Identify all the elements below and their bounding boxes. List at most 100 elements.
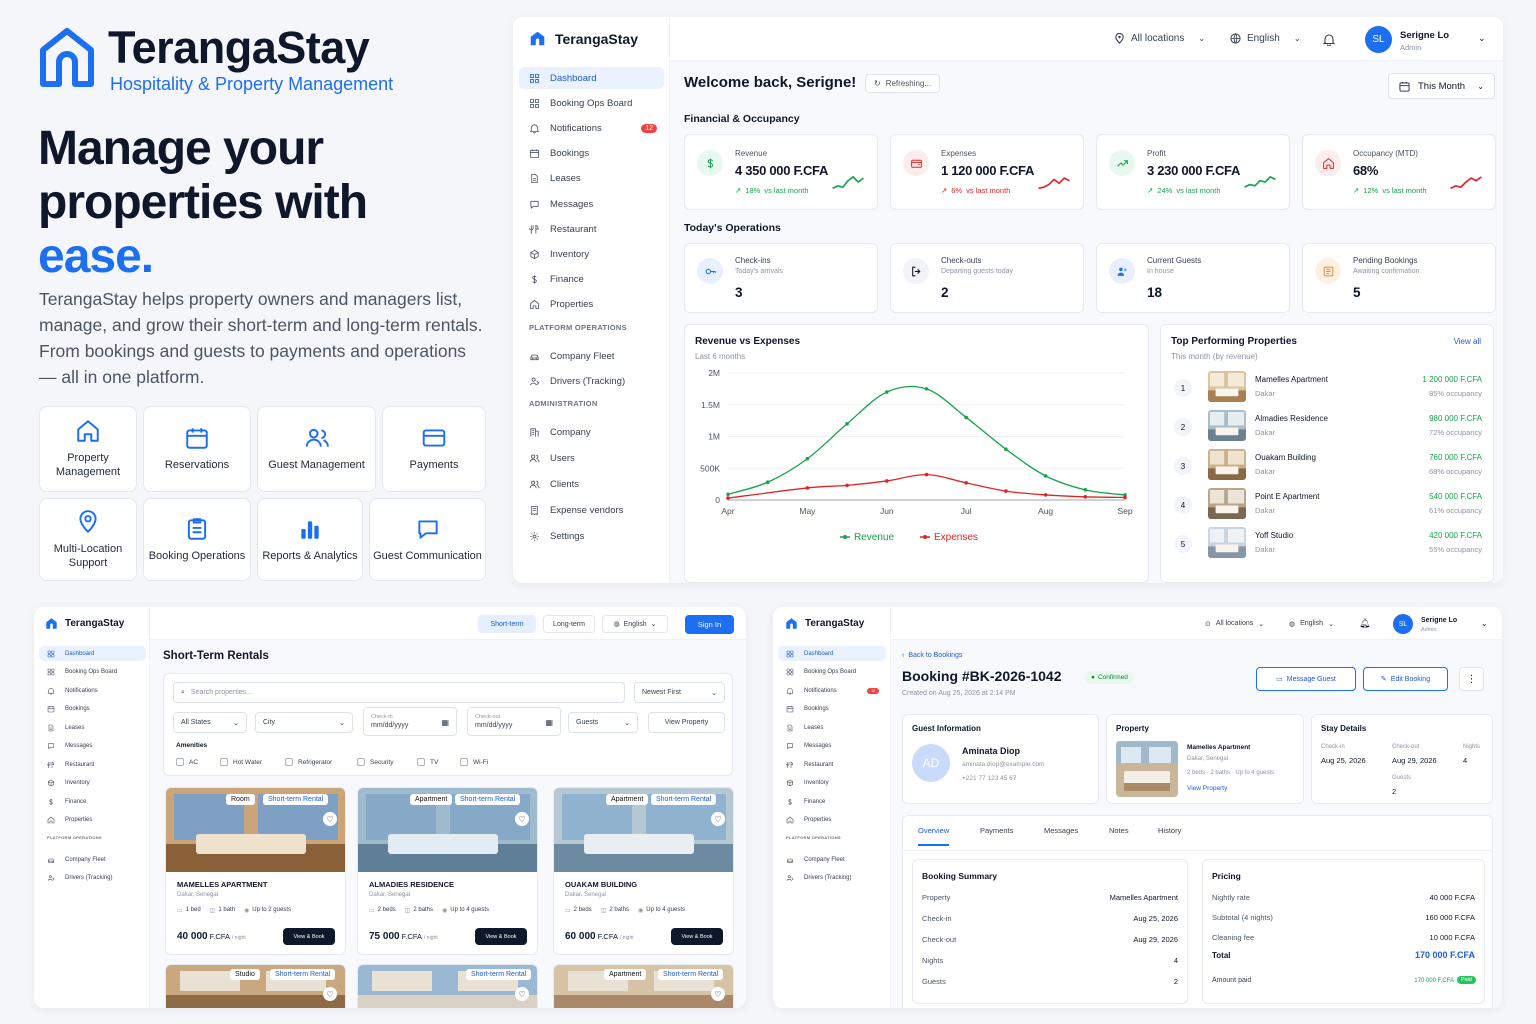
period-selector[interactable]: This Month ⌄ bbox=[1388, 73, 1495, 99]
sidebar-item-inventory[interactable]: Inventory bbox=[519, 243, 664, 265]
guests-select[interactable]: Guests ⌄ bbox=[568, 712, 638, 733]
message-guest-button[interactable]: ▭ Message Guest bbox=[1256, 667, 1356, 691]
sidebar-item-booking-ops-board[interactable]: Booking Ops Board bbox=[39, 665, 146, 680]
sidebar-item-booking-ops-board[interactable]: Booking Ops Board bbox=[519, 92, 664, 114]
bell-icon[interactable] bbox=[1323, 33, 1335, 46]
checkbox[interactable] bbox=[220, 758, 228, 766]
sidebar-item-leases[interactable]: Leases bbox=[519, 168, 664, 190]
sidebar-item-messages[interactable]: Messages bbox=[778, 739, 886, 754]
sidebar-item-inventory[interactable]: Inventory bbox=[39, 776, 146, 791]
sidebar-item-restaurant[interactable]: Restaurant bbox=[39, 757, 146, 772]
sidebar-item-messages[interactable]: Messages bbox=[39, 739, 146, 754]
nav-short-term[interactable]: Short-term bbox=[478, 615, 536, 633]
sidebar-item-company-fleet[interactable]: Company Fleet bbox=[39, 852, 146, 867]
checkbox[interactable] bbox=[357, 758, 365, 766]
sidebar-item-messages[interactable]: Messages bbox=[519, 193, 664, 215]
sidebar-item-notifications[interactable]: Notifications bbox=[39, 683, 146, 698]
edit-booking-button[interactable]: ✎ Edit Booking bbox=[1363, 667, 1448, 691]
language-selector[interactable]: ◍ English ⌄ bbox=[602, 615, 668, 633]
city-select[interactable]: City ⌄ bbox=[255, 712, 353, 733]
sidebar-item-notifications[interactable]: Notifications 12 bbox=[519, 117, 664, 139]
sidebar-item-dashboard[interactable]: Dashboard bbox=[778, 646, 886, 661]
sign-in-button[interactable]: Sign In bbox=[685, 615, 734, 634]
sidebar-item-finance[interactable]: Finance bbox=[778, 794, 886, 809]
sidebar-item-expense-vendors[interactable]: Expense vendors bbox=[519, 499, 664, 521]
language-selector[interactable]: ◍ English ⌄ bbox=[1289, 620, 1334, 628]
checkbox[interactable] bbox=[417, 758, 425, 766]
amenity-tv[interactable]: TV bbox=[417, 758, 438, 766]
sidebar-item-settings[interactable]: Settings bbox=[519, 525, 664, 547]
sidebar-item-inventory[interactable]: Inventory bbox=[778, 776, 886, 791]
top-property-row[interactable]: 5 Yoff Studio Dakar 420 000 F.CFA 55% occupa… bbox=[1161, 526, 1495, 562]
sidebar-item-company-fleet[interactable]: Company Fleet bbox=[778, 852, 886, 867]
location-selector[interactable]: ⊙ All locations ⌄ bbox=[1205, 620, 1264, 628]
sidebar-item-booking-ops-board[interactable]: Booking Ops Board bbox=[778, 665, 886, 680]
sidebar-item-drivers-tracking[interactable]: Drivers (Tracking) bbox=[778, 871, 886, 886]
sidebar-item-company[interactable]: Company bbox=[519, 421, 664, 443]
refresh-indicator[interactable]: ↻ Refreshing... bbox=[865, 74, 941, 93]
bell-icon[interactable]: 🔔︎ bbox=[1359, 618, 1370, 629]
view-property-button[interactable]: View Property bbox=[648, 712, 725, 733]
listing-card[interactable]: Apartment Short-term Rental ♡ bbox=[553, 964, 734, 1008]
view-property-link[interactable]: View Property bbox=[1187, 785, 1227, 792]
more-options-button[interactable]: ⋮ bbox=[1459, 667, 1484, 691]
listing-card[interactable]: Room Short-term Rental ♡ MAMELLES APARTMENT… bbox=[165, 787, 346, 955]
sidebar-item-restaurant[interactable]: Restaurant bbox=[778, 757, 886, 772]
avatar[interactable]: SL bbox=[1393, 614, 1413, 634]
sidebar-item-bookings[interactable]: Bookings bbox=[778, 702, 886, 717]
sidebar-item-leases[interactable]: Leases bbox=[778, 720, 886, 735]
sidebar-item-bookings[interactable]: Bookings bbox=[39, 702, 146, 717]
sidebar-item-users[interactable]: Users bbox=[519, 447, 664, 469]
tab-messages[interactable]: Messages bbox=[1044, 826, 1078, 844]
sidebar-item-drivers-tracking[interactable]: Drivers (Tracking) bbox=[519, 370, 664, 392]
chevron-down-icon[interactable]: ⌄ bbox=[1478, 33, 1486, 44]
amenity-wi-fi[interactable]: Wi-Fi bbox=[460, 758, 488, 766]
top-property-row[interactable]: 1 Mamelles Apartment Dakar 1 200 000 F.CFA 8… bbox=[1161, 370, 1495, 406]
amenity-refrigerator[interactable]: Refrigerator bbox=[285, 758, 332, 766]
top-property-row[interactable]: 2 Almadies Residence Dakar 980 000 F.CFA 72%… bbox=[1161, 409, 1495, 445]
view-book-button[interactable]: View & Book bbox=[475, 928, 527, 945]
sidebar-item-clients[interactable]: Clients bbox=[519, 473, 664, 495]
sidebar-item-company-fleet[interactable]: Company Fleet bbox=[519, 345, 664, 367]
sidebar-item-properties[interactable]: Properties bbox=[778, 813, 886, 828]
nav-long-term[interactable]: Long-term bbox=[543, 615, 595, 633]
listing-card[interactable]: Studio Short-term Rental ♡ bbox=[165, 964, 346, 1008]
sidebar-item-finance[interactable]: Finance bbox=[519, 269, 664, 291]
sidebar-item-leases[interactable]: Leases bbox=[39, 720, 146, 735]
listing-card[interactable]: Apartment Short-term Rental ♡ OUAKAM BUILDI… bbox=[553, 787, 734, 955]
avatar[interactable]: SL bbox=[1365, 26, 1392, 53]
top-property-row[interactable]: 3 Ouakam Building Dakar 760 000 F.CFA 68% oc… bbox=[1161, 448, 1495, 484]
location-selector[interactable]: All locations ⌄ bbox=[1114, 33, 1205, 44]
legend-revenue[interactable]: Revenue bbox=[840, 532, 894, 543]
listing-card[interactable]: Short-term Rental ♡ bbox=[357, 964, 538, 1008]
sidebar-item-drivers-tracking[interactable]: Drivers (Tracking) bbox=[39, 871, 146, 886]
heart-icon[interactable]: ♡ bbox=[323, 987, 337, 1001]
sidebar-item-finance[interactable]: Finance bbox=[39, 794, 146, 809]
amenity-security[interactable]: Security bbox=[357, 758, 393, 766]
tab-notes[interactable]: Notes bbox=[1109, 826, 1129, 844]
sidebar-item-dashboard[interactable]: Dashboard bbox=[39, 646, 146, 661]
state-select[interactable]: All States ⌄ bbox=[173, 712, 247, 733]
listing-card[interactable]: Apartment Short-term Rental ♡ ALMADIES RESI… bbox=[357, 787, 538, 955]
heart-icon[interactable]: ♡ bbox=[323, 812, 337, 826]
checkbox[interactable] bbox=[460, 758, 468, 766]
search-input[interactable]: ⌕ Search properties... bbox=[173, 682, 625, 703]
heart-icon[interactable]: ♡ bbox=[711, 987, 725, 1001]
checkbox[interactable] bbox=[285, 758, 293, 766]
top-property-row[interactable]: 4 Point E Apartment Dakar 540 000 F.CFA 61% … bbox=[1161, 487, 1495, 523]
legend-expenses[interactable]: Expenses bbox=[920, 532, 978, 543]
view-all-link[interactable]: View all bbox=[1454, 337, 1481, 346]
heart-icon[interactable]: ♡ bbox=[515, 987, 529, 1001]
checkbox[interactable] bbox=[176, 758, 184, 766]
checkout-input[interactable]: Check-out mm/dd/yyyy ▦ bbox=[467, 707, 561, 736]
back-link[interactable]: ‹ Back to Bookings bbox=[902, 652, 962, 659]
view-book-button[interactable]: View & Book bbox=[671, 928, 723, 945]
sidebar-item-bookings[interactable]: Bookings bbox=[519, 143, 664, 165]
sidebar-item-properties[interactable]: Properties bbox=[519, 294, 664, 316]
amenity-hot-water[interactable]: Hot Water bbox=[220, 758, 262, 766]
language-selector[interactable]: English ⌄ bbox=[1230, 33, 1301, 44]
checkin-input[interactable]: Check-in mm/dd/yyyy ▦ bbox=[363, 707, 457, 736]
sidebar-item-properties[interactable]: Properties bbox=[39, 813, 146, 828]
heart-icon[interactable]: ♡ bbox=[711, 812, 725, 826]
sort-select[interactable]: Newest First ⌄ bbox=[634, 682, 725, 703]
